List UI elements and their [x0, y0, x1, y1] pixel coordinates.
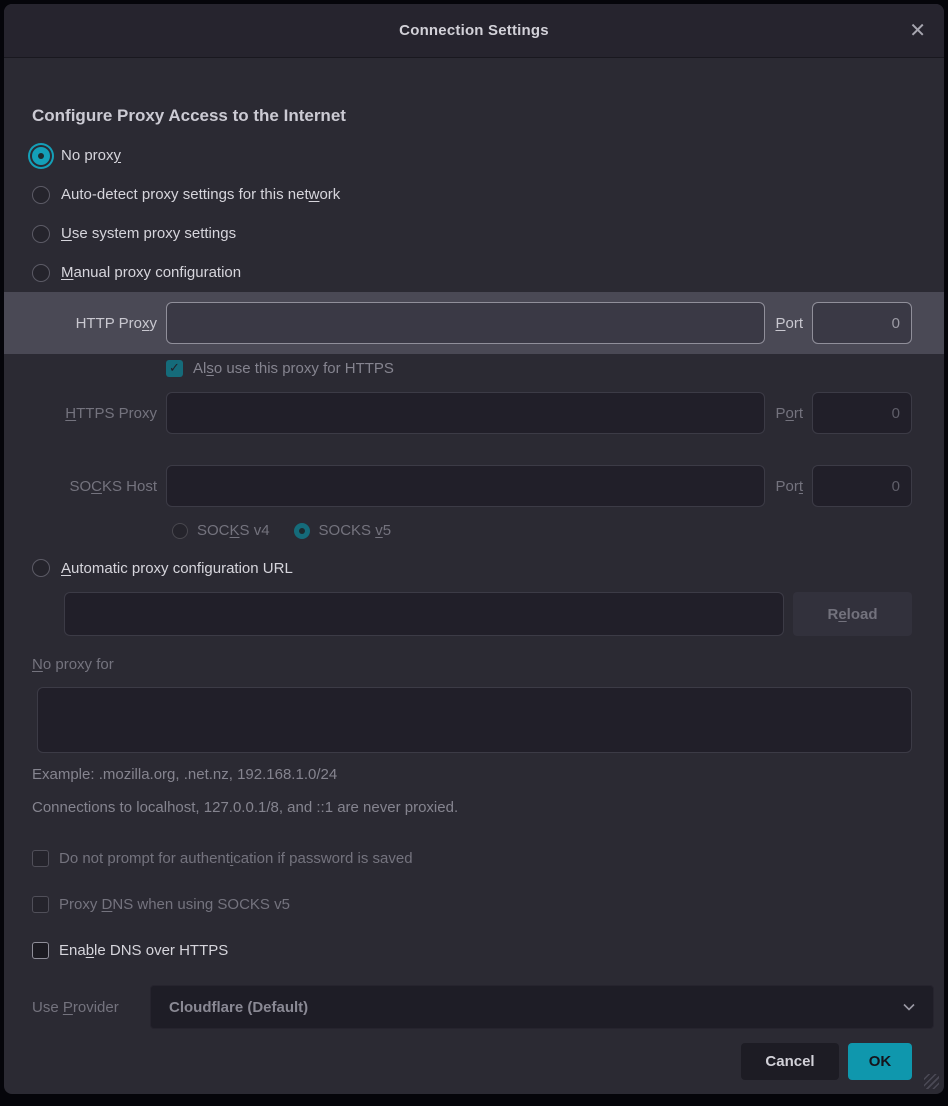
radio-socks-v4[interactable] [172, 523, 188, 539]
checkbox-no-prompt-auth[interactable] [32, 850, 49, 867]
no-prompt-auth-label: Do not prompt for authentication if pass… [59, 850, 413, 867]
radio-auto-url[interactable] [32, 559, 50, 577]
dialog-titlebar: Connection Settings ✕ [4, 4, 944, 58]
footer-spacer [4, 1080, 944, 1094]
radio-option-use-system[interactable]: Use system proxy settings [32, 214, 912, 253]
https-proxy-row: HTTPS Proxy Port [32, 392, 912, 434]
no-proxy-for-textarea[interactable] [37, 687, 912, 753]
http-proxy-row-highlighted: HTTP Proxy Port [4, 292, 944, 354]
socks-port-input[interactable] [812, 465, 912, 507]
https-port-label: Port [765, 405, 812, 422]
radio-label-no-proxy: No proxy [61, 147, 121, 164]
http-proxy-label: HTTP Proxy [32, 315, 166, 332]
auto-url-input[interactable] [64, 592, 784, 636]
radio-label-auto-url: Automatic proxy configuration URL [61, 560, 293, 577]
socks-host-input[interactable] [166, 465, 765, 507]
ok-button[interactable]: OK [848, 1043, 912, 1080]
radio-manual[interactable] [32, 264, 50, 282]
checkbox-enable-doh[interactable] [32, 942, 49, 959]
checkbox-proxy-dns[interactable] [32, 896, 49, 913]
socks-version-row: SOCKS v4 SOCKS v5 [172, 519, 912, 542]
http-port-label: Port [765, 315, 812, 332]
provider-selected-value: Cloudflare (Default) [169, 999, 308, 1016]
section-heading: Configure Proxy Access to the Internet [32, 104, 912, 128]
proxy-dns-row[interactable]: Proxy DNS when using SOCKS v5 [32, 890, 912, 918]
socks-v5-label: SOCKS v5 [319, 522, 392, 539]
socks-port-label: Port [765, 478, 812, 495]
radio-option-manual[interactable]: Manual proxy configuration [32, 253, 912, 292]
socks-host-label: SOCKS Host [32, 478, 166, 495]
no-proxy-for-label: No proxy for [32, 656, 912, 678]
radio-option-no-proxy[interactable]: No proxy [32, 136, 912, 175]
resize-grip[interactable] [924, 1074, 939, 1089]
socks-v4-label: SOCKS v4 [197, 522, 270, 539]
https-port-input[interactable] [812, 392, 912, 434]
radio-auto-detect[interactable] [32, 186, 50, 204]
enable-doh-label: Enable DNS over HTTPS [59, 942, 228, 959]
dialog-content: Configure Proxy Access to the Internet N… [4, 58, 944, 969]
dialog-title: Connection Settings [399, 22, 549, 39]
socks-host-row: SOCKS Host Port [32, 465, 912, 507]
reload-button[interactable]: Reload [793, 592, 912, 636]
cancel-button[interactable]: Cancel [741, 1043, 839, 1080]
http-port-input[interactable] [812, 302, 912, 344]
http-proxy-input[interactable] [166, 302, 765, 344]
also-https-row[interactable]: ✓ Also use this proxy for HTTPS [166, 354, 912, 382]
https-proxy-label: HTTPS Proxy [32, 405, 166, 422]
radio-label-auto-detect: Auto-detect proxy settings for this netw… [61, 186, 340, 203]
checkbox-also-https[interactable]: ✓ [166, 360, 183, 377]
no-proxy-example-text: Example: .mozilla.org, .net.nz, 192.168.… [32, 766, 912, 784]
enable-doh-row[interactable]: Enable DNS over HTTPS [32, 936, 912, 964]
radio-option-auto-detect[interactable]: Auto-detect proxy settings for this netw… [32, 175, 912, 214]
localhost-note-text: Connections to localhost, 127.0.0.1/8, a… [32, 799, 912, 817]
close-icon: ✕ [909, 20, 926, 42]
radio-no-proxy[interactable] [32, 147, 50, 165]
radio-socks-v5[interactable] [294, 523, 310, 539]
connection-settings-dialog: Connection Settings ✕ Configure Proxy Ac… [4, 4, 944, 1094]
auto-url-row: Reload [64, 592, 912, 636]
chevron-down-icon [901, 999, 917, 1015]
doh-provider-row: Use Provider Cloudflare (Default) [4, 985, 944, 1029]
dialog-footer: Cancel OK [4, 1043, 944, 1080]
use-provider-label: Use Provider [4, 999, 150, 1016]
https-proxy-input[interactable] [166, 392, 765, 434]
radio-option-auto-url[interactable]: Automatic proxy configuration URL [32, 554, 912, 582]
no-prompt-auth-row[interactable]: Do not prompt for authentication if pass… [32, 844, 912, 872]
radio-label-manual: Manual proxy configuration [61, 264, 241, 281]
radio-option-socks-v4[interactable]: SOCKS v4 [172, 519, 270, 542]
radio-use-system[interactable] [32, 225, 50, 243]
close-button[interactable]: ✕ [909, 21, 926, 41]
checkmark-icon: ✓ [169, 360, 180, 376]
provider-dropdown[interactable]: Cloudflare (Default) [150, 985, 934, 1029]
radio-option-socks-v5[interactable]: SOCKS v5 [294, 519, 392, 542]
also-https-label: Also use this proxy for HTTPS [193, 360, 394, 377]
proxy-dns-label: Proxy DNS when using SOCKS v5 [59, 896, 290, 913]
radio-label-use-system: Use system proxy settings [61, 225, 236, 242]
